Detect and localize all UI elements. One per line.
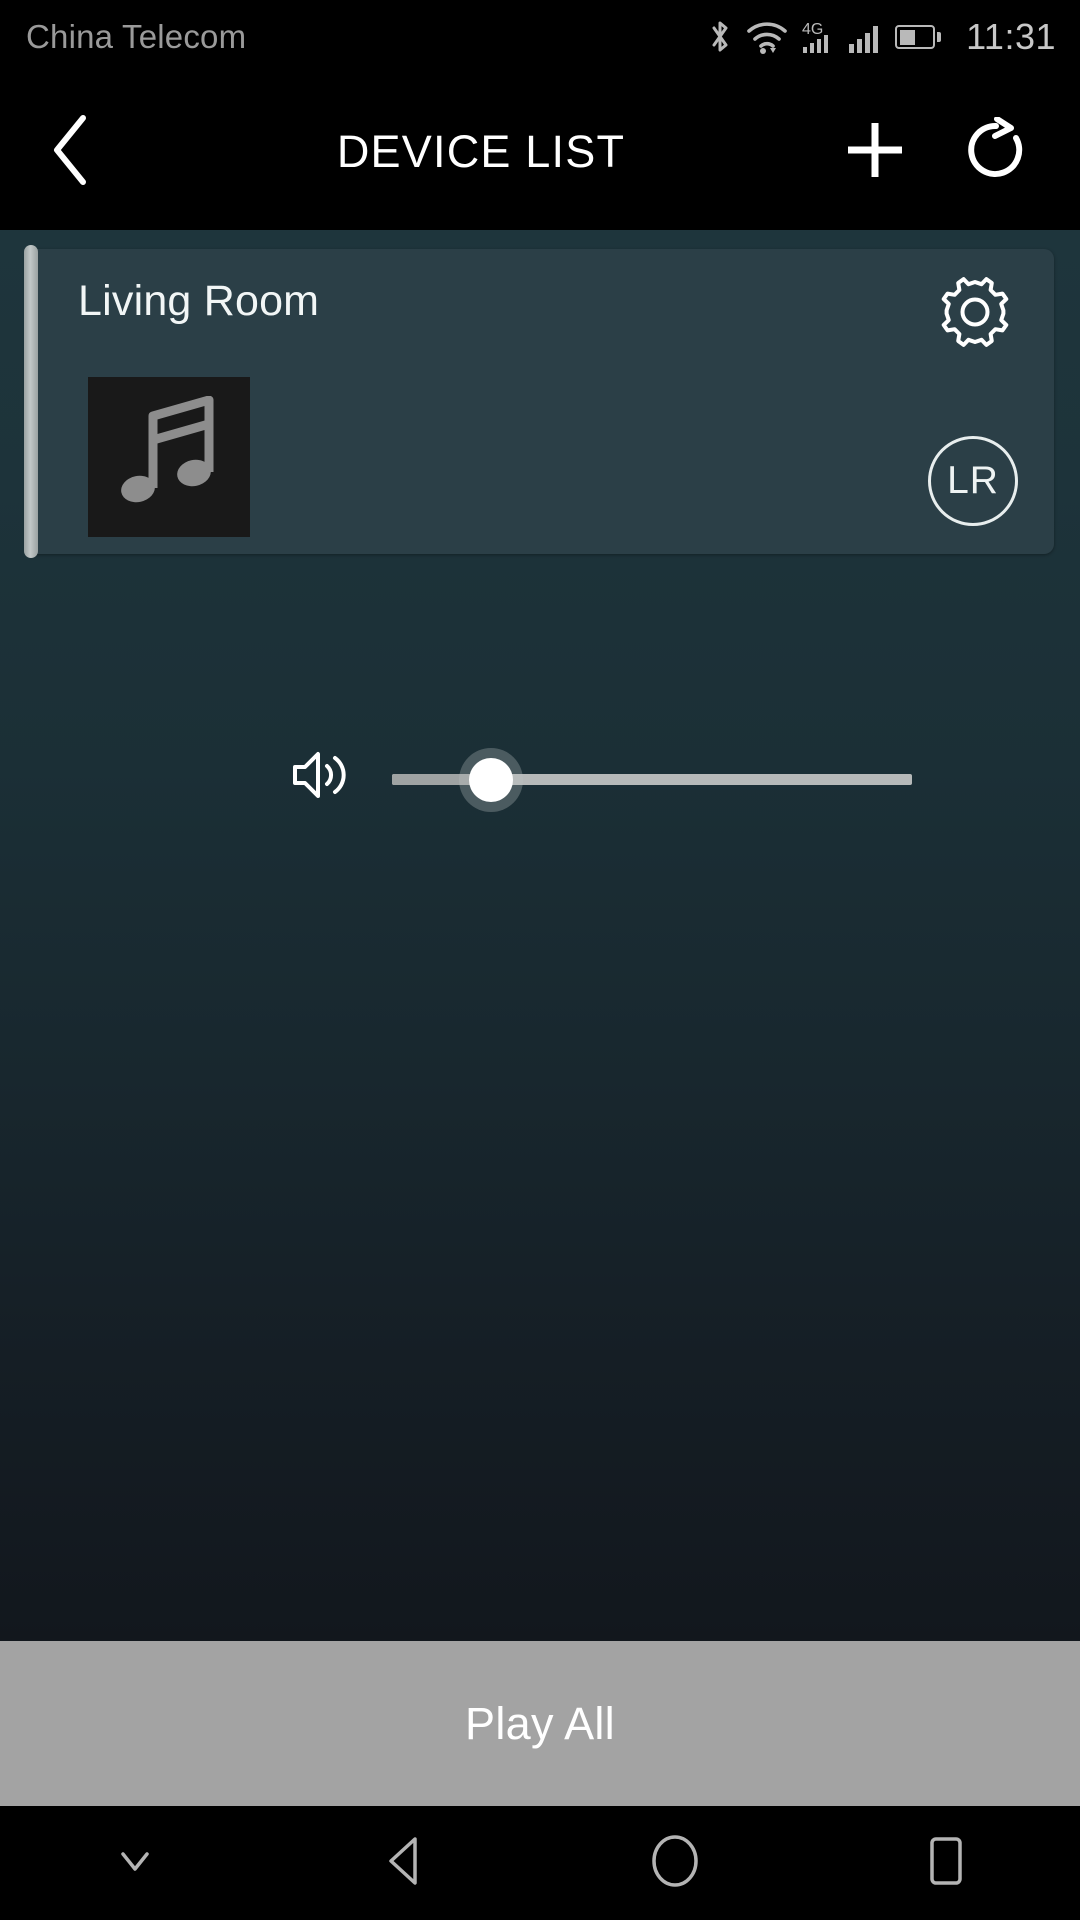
nav-home-button[interactable] bbox=[540, 1806, 810, 1920]
device-settings-button[interactable] bbox=[932, 271, 1018, 357]
nav-recents-button[interactable] bbox=[810, 1806, 1080, 1920]
clock-label: 11:31 bbox=[966, 16, 1056, 57]
wifi-icon bbox=[746, 20, 788, 54]
triangle-left-icon bbox=[379, 1833, 431, 1894]
svg-text:4G: 4G bbox=[802, 21, 823, 38]
circle-icon bbox=[647, 1832, 703, 1895]
nav-hide-keyboard-button[interactable] bbox=[0, 1806, 270, 1920]
play-all-label: Play All bbox=[465, 1697, 615, 1749]
refresh-button[interactable] bbox=[964, 115, 1028, 188]
device-list-body: Living Room LR bbox=[0, 230, 1080, 1641]
status-bar: China Telecom 4G 11:31 bbox=[0, 0, 1080, 74]
device-accent-bar bbox=[24, 245, 38, 558]
device-name: Living Room bbox=[78, 277, 320, 325]
volume-slider-thumb[interactable] bbox=[468, 758, 513, 802]
square-icon bbox=[919, 1832, 971, 1895]
volume-button[interactable] bbox=[284, 743, 354, 811]
app-bar: DEVICE LIST bbox=[0, 74, 1080, 230]
phone-screen: China Telecom 4G 11:31 DEVICE LIST Livin… bbox=[0, 0, 1080, 1920]
channel-label: LR bbox=[947, 459, 999, 502]
plus-icon bbox=[842, 122, 908, 187]
chevron-down-icon bbox=[113, 1844, 157, 1883]
volume-slider[interactable] bbox=[392, 758, 912, 802]
gear-icon bbox=[935, 272, 1015, 357]
channel-badge[interactable]: LR bbox=[928, 436, 1018, 526]
nav-back-button[interactable] bbox=[270, 1806, 540, 1920]
music-note-icon bbox=[113, 395, 225, 519]
android-nav-bar bbox=[0, 1806, 1080, 1920]
chevron-left-icon bbox=[43, 112, 97, 193]
battery-icon bbox=[895, 25, 942, 50]
device-card[interactable]: Living Room LR bbox=[24, 245, 1054, 802]
album-art bbox=[88, 377, 250, 537]
signal-bars-icon bbox=[848, 20, 882, 54]
refresh-icon bbox=[964, 115, 1028, 187]
page-title: DEVICE LIST bbox=[336, 126, 626, 177]
bluetooth-icon bbox=[707, 18, 733, 56]
add-device-button[interactable] bbox=[842, 117, 908, 188]
network-4g-icon: 4G bbox=[801, 18, 835, 56]
speaker-volume-icon bbox=[289, 746, 349, 809]
play-all-button[interactable]: Play All bbox=[0, 1641, 1080, 1806]
back-button[interactable] bbox=[0, 112, 140, 193]
carrier-label: China Telecom bbox=[26, 18, 247, 55]
status-bar-icons: 4G 11:31 bbox=[707, 16, 1056, 58]
